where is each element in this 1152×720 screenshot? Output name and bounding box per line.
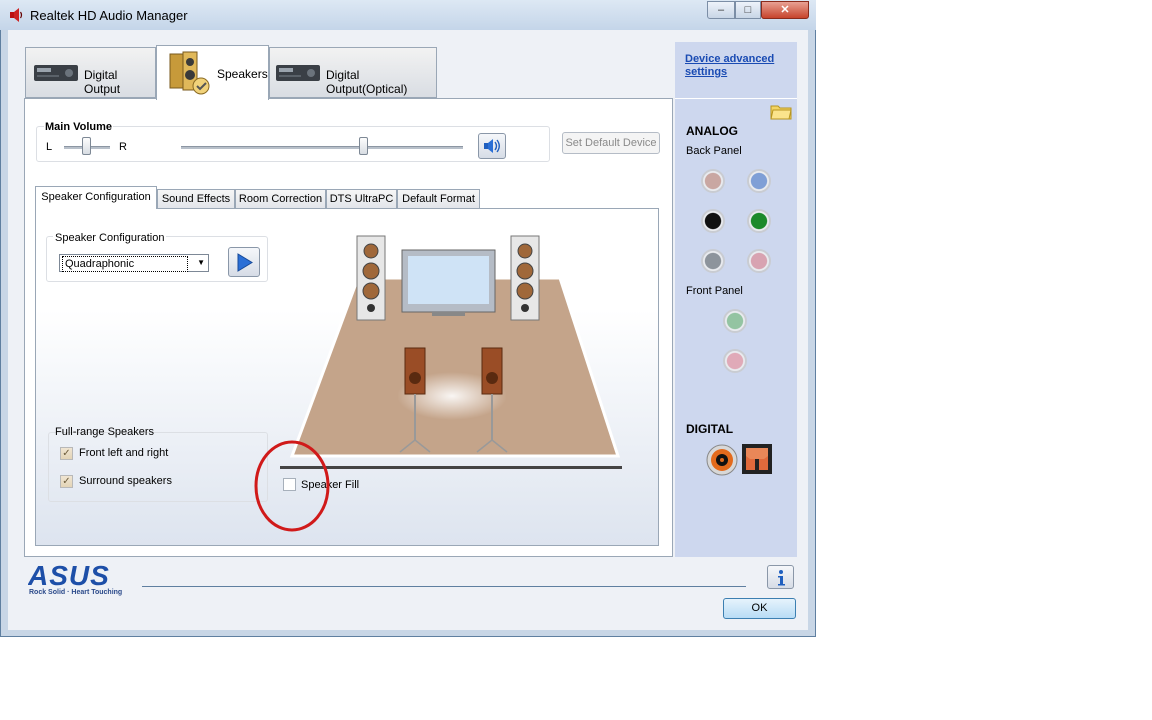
tab-digital-output-optical[interactable]: Digital Output(Optical) [269, 47, 437, 98]
tab-dts-ultrapc[interactable]: DTS UltraPC [326, 189, 397, 208]
tab-default-format[interactable]: Default Format [397, 189, 480, 208]
maximize-button[interactable]: □ [735, 1, 761, 19]
set-default-device-button[interactable]: Set Default Device [562, 132, 660, 154]
device-advanced-settings-link[interactable]: Device advanced settings [685, 53, 775, 79]
tab-room-correction[interactable]: Room Correction [235, 189, 326, 208]
front-left-right-label: Front left and right [79, 447, 169, 459]
folder-icon[interactable] [770, 102, 792, 120]
receiver-icon [34, 65, 78, 81]
tab-label: Speakers [217, 67, 268, 81]
front-panel-jack[interactable] [723, 309, 747, 333]
speaker-configuration-title: Speaker Configuration [53, 232, 167, 244]
front-left-right-checkbox[interactable]: ✓ [60, 447, 73, 460]
volume-slider-thumb[interactable] [359, 137, 369, 155]
speaker-app-icon [10, 8, 23, 22]
play-icon [237, 253, 253, 272]
dropdown-arrow-icon: ▼ [197, 258, 205, 267]
speaker-configuration-select[interactable]: Quadraphonic ▼ [59, 254, 209, 272]
tab-digital-output[interactable]: Digital Output [25, 47, 156, 98]
tab-speakers[interactable]: Speakers [156, 45, 269, 100]
info-button[interactable] [767, 565, 794, 589]
mute-button[interactable] [478, 133, 506, 159]
window-title: Realtek HD Audio Manager [30, 8, 188, 23]
back-panel-jack[interactable] [701, 209, 725, 233]
footer-divider [142, 586, 746, 587]
speaker-volume-icon [484, 139, 500, 153]
coaxial-jack-icon[interactable] [706, 444, 738, 476]
tab-label: Digital Output [84, 68, 121, 96]
close-button[interactable]: ✕ [761, 1, 809, 19]
surround-speakers-checkbox[interactable]: ✓ [60, 475, 73, 488]
select-value: Quadraphonic [62, 256, 188, 272]
asus-logo: ASUS [28, 563, 110, 588]
main-volume-group [36, 126, 550, 162]
tab-label: Digital Output(Optical) [326, 68, 408, 96]
asus-logo-text: ASUS [28, 563, 110, 588]
balance-right-label: R [119, 141, 127, 153]
tab-sound-effects[interactable]: Sound Effects [157, 189, 235, 208]
asus-tagline: Rock Solid · Heart Touching [29, 589, 123, 596]
back-panel-jack[interactable] [701, 169, 725, 193]
volume-slider-track [181, 146, 463, 149]
tv-icon [401, 249, 496, 316]
panel-divider [675, 98, 797, 99]
balance-slider-thumb[interactable] [82, 137, 91, 155]
front-panel-jack[interactable] [723, 349, 747, 373]
back-panel-jack[interactable] [701, 249, 725, 273]
main-volume-title: Main Volume [44, 121, 114, 133]
front-panel-label: Front Panel [686, 285, 743, 297]
receiver-icon [276, 65, 320, 81]
full-range-speakers-title: Full-range Speakers [55, 426, 155, 438]
front-left-speaker-icon [356, 235, 386, 321]
digital-heading: DIGITAL [686, 422, 734, 436]
play-test-button[interactable] [228, 247, 260, 277]
info-icon [778, 570, 785, 586]
back-panel-jack[interactable] [747, 249, 771, 273]
minimize-button[interactable]: – [707, 1, 735, 19]
optical-jack-icon[interactable] [742, 444, 772, 474]
ok-button[interactable]: OK [723, 598, 796, 619]
tab-speaker-configuration[interactable]: Speaker Configuration [35, 186, 157, 209]
back-panel-jack[interactable] [747, 209, 771, 233]
balance-left-label: L [46, 141, 53, 153]
analog-heading: ANALOG [686, 124, 738, 138]
full-range-speakers-group [48, 432, 268, 502]
front-right-speaker-icon [510, 235, 540, 321]
speakers-icon [169, 51, 210, 95]
red-circle-annotation [254, 440, 330, 532]
surround-speakers-label: Surround speakers [79, 475, 172, 487]
back-panel-label: Back Panel [686, 145, 742, 157]
back-panel-jack[interactable] [747, 169, 771, 193]
